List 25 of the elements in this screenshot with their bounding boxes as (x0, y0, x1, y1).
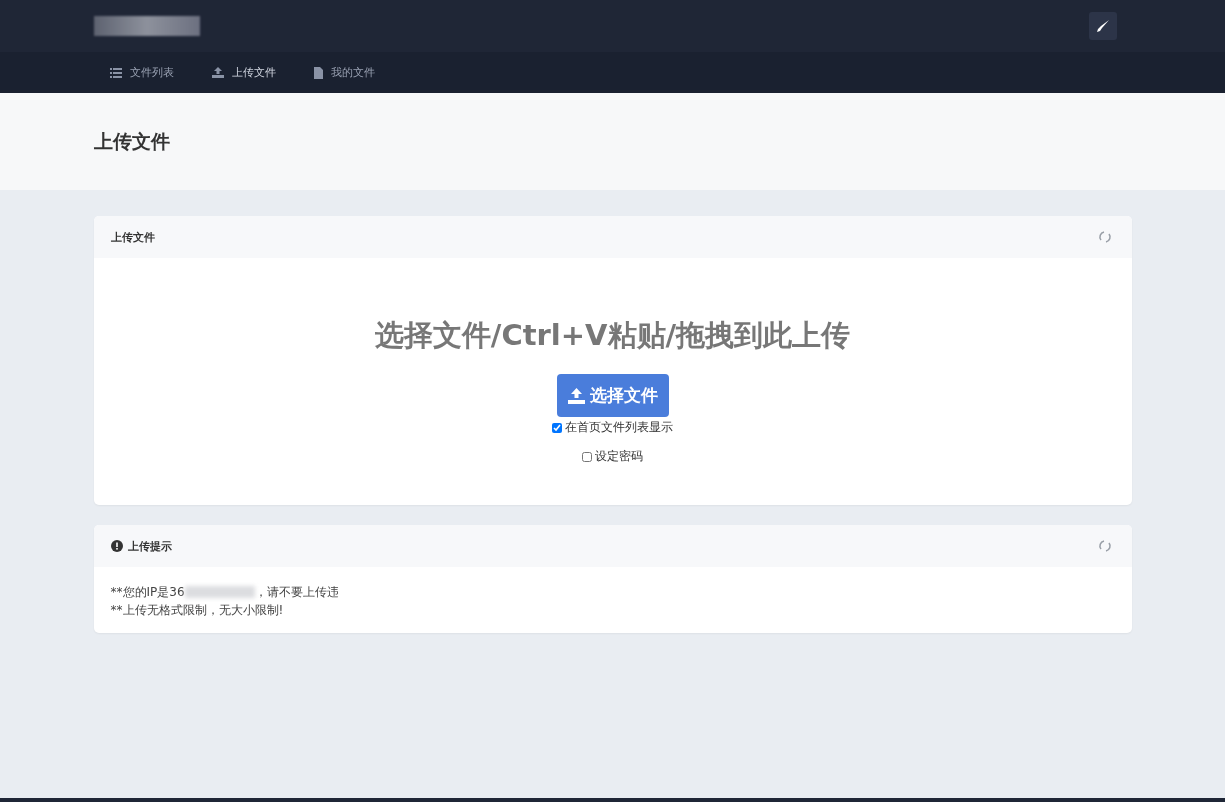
page-title: 上传文件 (93, 128, 171, 154)
list-icon (109, 67, 122, 78)
card-title: 上传提示 (127, 538, 172, 554)
upload-icon (567, 387, 585, 404)
file-icon (313, 66, 323, 79)
refresh-icon[interactable] (1097, 539, 1112, 553)
info-icon (110, 540, 123, 552)
refresh-icon[interactable] (1097, 230, 1112, 244)
redacted-block (184, 586, 255, 598)
upload-icon (211, 67, 224, 78)
tip-text: ，请不要上传违 (254, 584, 339, 601)
tip-text: **您的IP是36 (110, 584, 185, 601)
option-label: 设定密码 (595, 448, 643, 465)
option-label: 在首页文件列表显示 (565, 419, 673, 436)
nav-link[interactable]: 文件列表 (109, 65, 212, 80)
upload-headline: 选择文件/Ctrl+V粘贴/拖拽到此上传 (374, 317, 851, 354)
option-checkbox[interactable] (582, 451, 592, 462)
choose-file-button[interactable]: 选择文件 (556, 374, 669, 417)
nav-link[interactable]: 我的文件 (313, 65, 413, 80)
tip-text: **上传无格式限制，无大小限制! (110, 602, 284, 619)
option-checkbox[interactable] (552, 422, 562, 433)
nav-link[interactable]: 上传文件 (211, 65, 314, 80)
brush-button[interactable] (1088, 12, 1117, 40)
brush-icon (1095, 19, 1110, 33)
card-title: 上传文件 (110, 229, 155, 245)
